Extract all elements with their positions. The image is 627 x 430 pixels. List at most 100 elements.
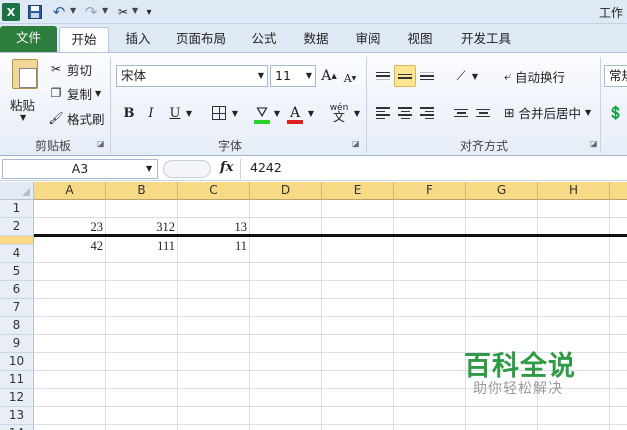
- orientation-icon: ⟋: [456, 68, 466, 84]
- font-group-label: 字体: [217, 139, 242, 153]
- tab-formulas[interactable]: 公式: [244, 27, 284, 52]
- orientation-dropdown-icon[interactable]: ▼: [470, 65, 480, 87]
- row-header[interactable]: 11: [0, 371, 34, 389]
- row-header[interactable]: 5: [0, 263, 34, 281]
- format-painter-button[interactable]: 🖌 格式刷: [48, 108, 104, 128]
- undo-icon[interactable]: ↶: [50, 3, 68, 21]
- row-header[interactable]: 8: [0, 317, 34, 335]
- wrap-text-button[interactable]: ⤶ 自动换行: [504, 66, 565, 86]
- row-header[interactable]: 1: [0, 200, 34, 218]
- orientation-button[interactable]: ⟋: [450, 65, 472, 87]
- name-box[interactable]: A3: [2, 159, 158, 179]
- shrink-font-button[interactable]: A ▼: [342, 67, 358, 89]
- cell-b4[interactable]: 111: [106, 237, 178, 255]
- redo-icon[interactable]: ↷: [82, 3, 100, 21]
- tools-dropdown-icon[interactable]: ▼: [132, 6, 138, 15]
- paste-icon[interactable]: [12, 59, 38, 89]
- font-launcher-icon[interactable]: ◪: [352, 139, 360, 148]
- chevron-down-icon: ▼: [257, 71, 264, 80]
- alignment-launcher-icon[interactable]: ◪: [590, 139, 598, 148]
- row-header[interactable]: 10: [0, 353, 34, 371]
- shrink-font-label: A: [343, 71, 352, 85]
- align-top-button[interactable]: [372, 65, 394, 87]
- tools-icon[interactable]: ✂: [114, 3, 132, 21]
- name-box-dropdown-icon[interactable]: ▼: [146, 164, 152, 173]
- phonetic-dropdown-icon[interactable]: ▼: [352, 102, 362, 124]
- cut-button[interactable]: ✂ 剪切: [48, 59, 92, 79]
- column-header-h[interactable]: H: [538, 182, 610, 200]
- tab-insert[interactable]: 插入: [118, 27, 158, 52]
- tab-file[interactable]: 文件: [0, 26, 57, 52]
- phonetic-button[interactable]: wén 文: [326, 102, 352, 124]
- row-header[interactable]: 7: [0, 299, 34, 317]
- gridline: [34, 334, 627, 335]
- increase-indent-button[interactable]: [472, 102, 494, 124]
- currency-button[interactable]: 💲: [608, 102, 624, 124]
- merge-center-button[interactable]: ⊞ 合并后居中 ▼: [504, 102, 591, 122]
- column-header-g[interactable]: G: [466, 182, 538, 200]
- tab-view[interactable]: 视图: [400, 27, 440, 52]
- font-size-select[interactable]: 11 ▼: [270, 65, 316, 87]
- customize-toolbar-icon[interactable]: ▾: [140, 3, 158, 21]
- row-header[interactable]: 4: [0, 245, 34, 263]
- tab-review[interactable]: 审阅: [348, 27, 388, 52]
- row-header[interactable]: 2: [0, 218, 34, 236]
- align-center-button[interactable]: [394, 102, 416, 124]
- insert-function-icon[interactable]: fx: [220, 160, 233, 175]
- column-header-f[interactable]: F: [394, 182, 466, 200]
- row-header-active[interactable]: [0, 236, 34, 245]
- font-size-value: 11: [275, 68, 291, 83]
- column-header-b[interactable]: B: [106, 182, 178, 200]
- underline-dropdown-icon[interactable]: ▼: [184, 102, 194, 124]
- save-icon[interactable]: [26, 3, 44, 21]
- fill-dropdown-icon[interactable]: ▼: [272, 102, 282, 124]
- align-bottom-button[interactable]: [416, 65, 438, 87]
- select-all-button[interactable]: [0, 182, 34, 200]
- paste-button[interactable]: 粘贴: [10, 95, 35, 114]
- merge-dropdown-icon[interactable]: ▼: [585, 108, 591, 117]
- cell-a2[interactable]: 23: [34, 218, 106, 236]
- tab-data[interactable]: 数据: [296, 27, 336, 52]
- borders-button[interactable]: [210, 102, 228, 124]
- copy-dropdown-icon[interactable]: ▼: [95, 89, 101, 98]
- tab-page-layout[interactable]: 页面布局: [168, 27, 234, 52]
- formula-bar: A3 ▼ fx 4242: [0, 157, 627, 181]
- number-format-select[interactable]: 常规: [604, 65, 627, 87]
- row-header[interactable]: 6: [0, 281, 34, 299]
- tab-home[interactable]: 开始: [59, 27, 109, 52]
- decrease-indent-button[interactable]: [450, 102, 472, 124]
- cell-a4[interactable]: 42: [34, 237, 106, 255]
- underline-button[interactable]: U: [166, 102, 184, 124]
- undo-dropdown-icon[interactable]: ▼: [70, 6, 76, 15]
- align-left-button[interactable]: [372, 102, 394, 124]
- tab-developer[interactable]: 开发工具: [454, 27, 518, 52]
- cell-c2[interactable]: 13: [178, 218, 250, 236]
- formula-bar-splitter[interactable]: [163, 160, 211, 178]
- column-header-d[interactable]: D: [250, 182, 322, 200]
- row-header[interactable]: 9: [0, 335, 34, 353]
- column-header-e[interactable]: E: [322, 182, 394, 200]
- column-header-a[interactable]: A: [34, 182, 106, 200]
- align-middle-button[interactable]: [394, 65, 416, 87]
- align-right-button[interactable]: [416, 102, 438, 124]
- bold-button[interactable]: B: [120, 102, 138, 124]
- redo-dropdown-icon[interactable]: ▼: [102, 6, 108, 15]
- font-name-select[interactable]: 宋体 ▼: [116, 65, 268, 87]
- row-header[interactable]: 12: [0, 389, 34, 407]
- grow-font-button[interactable]: A ▲: [320, 65, 338, 87]
- cell-b2[interactable]: 312: [106, 218, 178, 236]
- copy-button[interactable]: ❐ 复制 ▼: [48, 83, 102, 103]
- font-color-dropdown-icon[interactable]: ▼: [306, 102, 316, 124]
- ribbon-tabs: 文件 开始 插入 页面布局 公式 数据 审阅 视图 开发工具: [0, 24, 627, 52]
- formula-input[interactable]: 4242: [250, 160, 282, 175]
- cell-c4[interactable]: 11: [178, 237, 250, 255]
- italic-button[interactable]: I: [142, 102, 160, 124]
- column-header-i[interactable]: [610, 182, 627, 200]
- excel-logo-icon[interactable]: X: [2, 3, 20, 21]
- borders-dropdown-icon[interactable]: ▼: [230, 102, 240, 124]
- clipboard-launcher-icon[interactable]: ◪: [97, 139, 105, 148]
- paste-dropdown-icon[interactable]: ▼: [20, 113, 26, 122]
- row-header[interactable]: 14: [0, 425, 34, 430]
- row-header[interactable]: 13: [0, 407, 34, 425]
- column-header-c[interactable]: C: [178, 182, 250, 200]
